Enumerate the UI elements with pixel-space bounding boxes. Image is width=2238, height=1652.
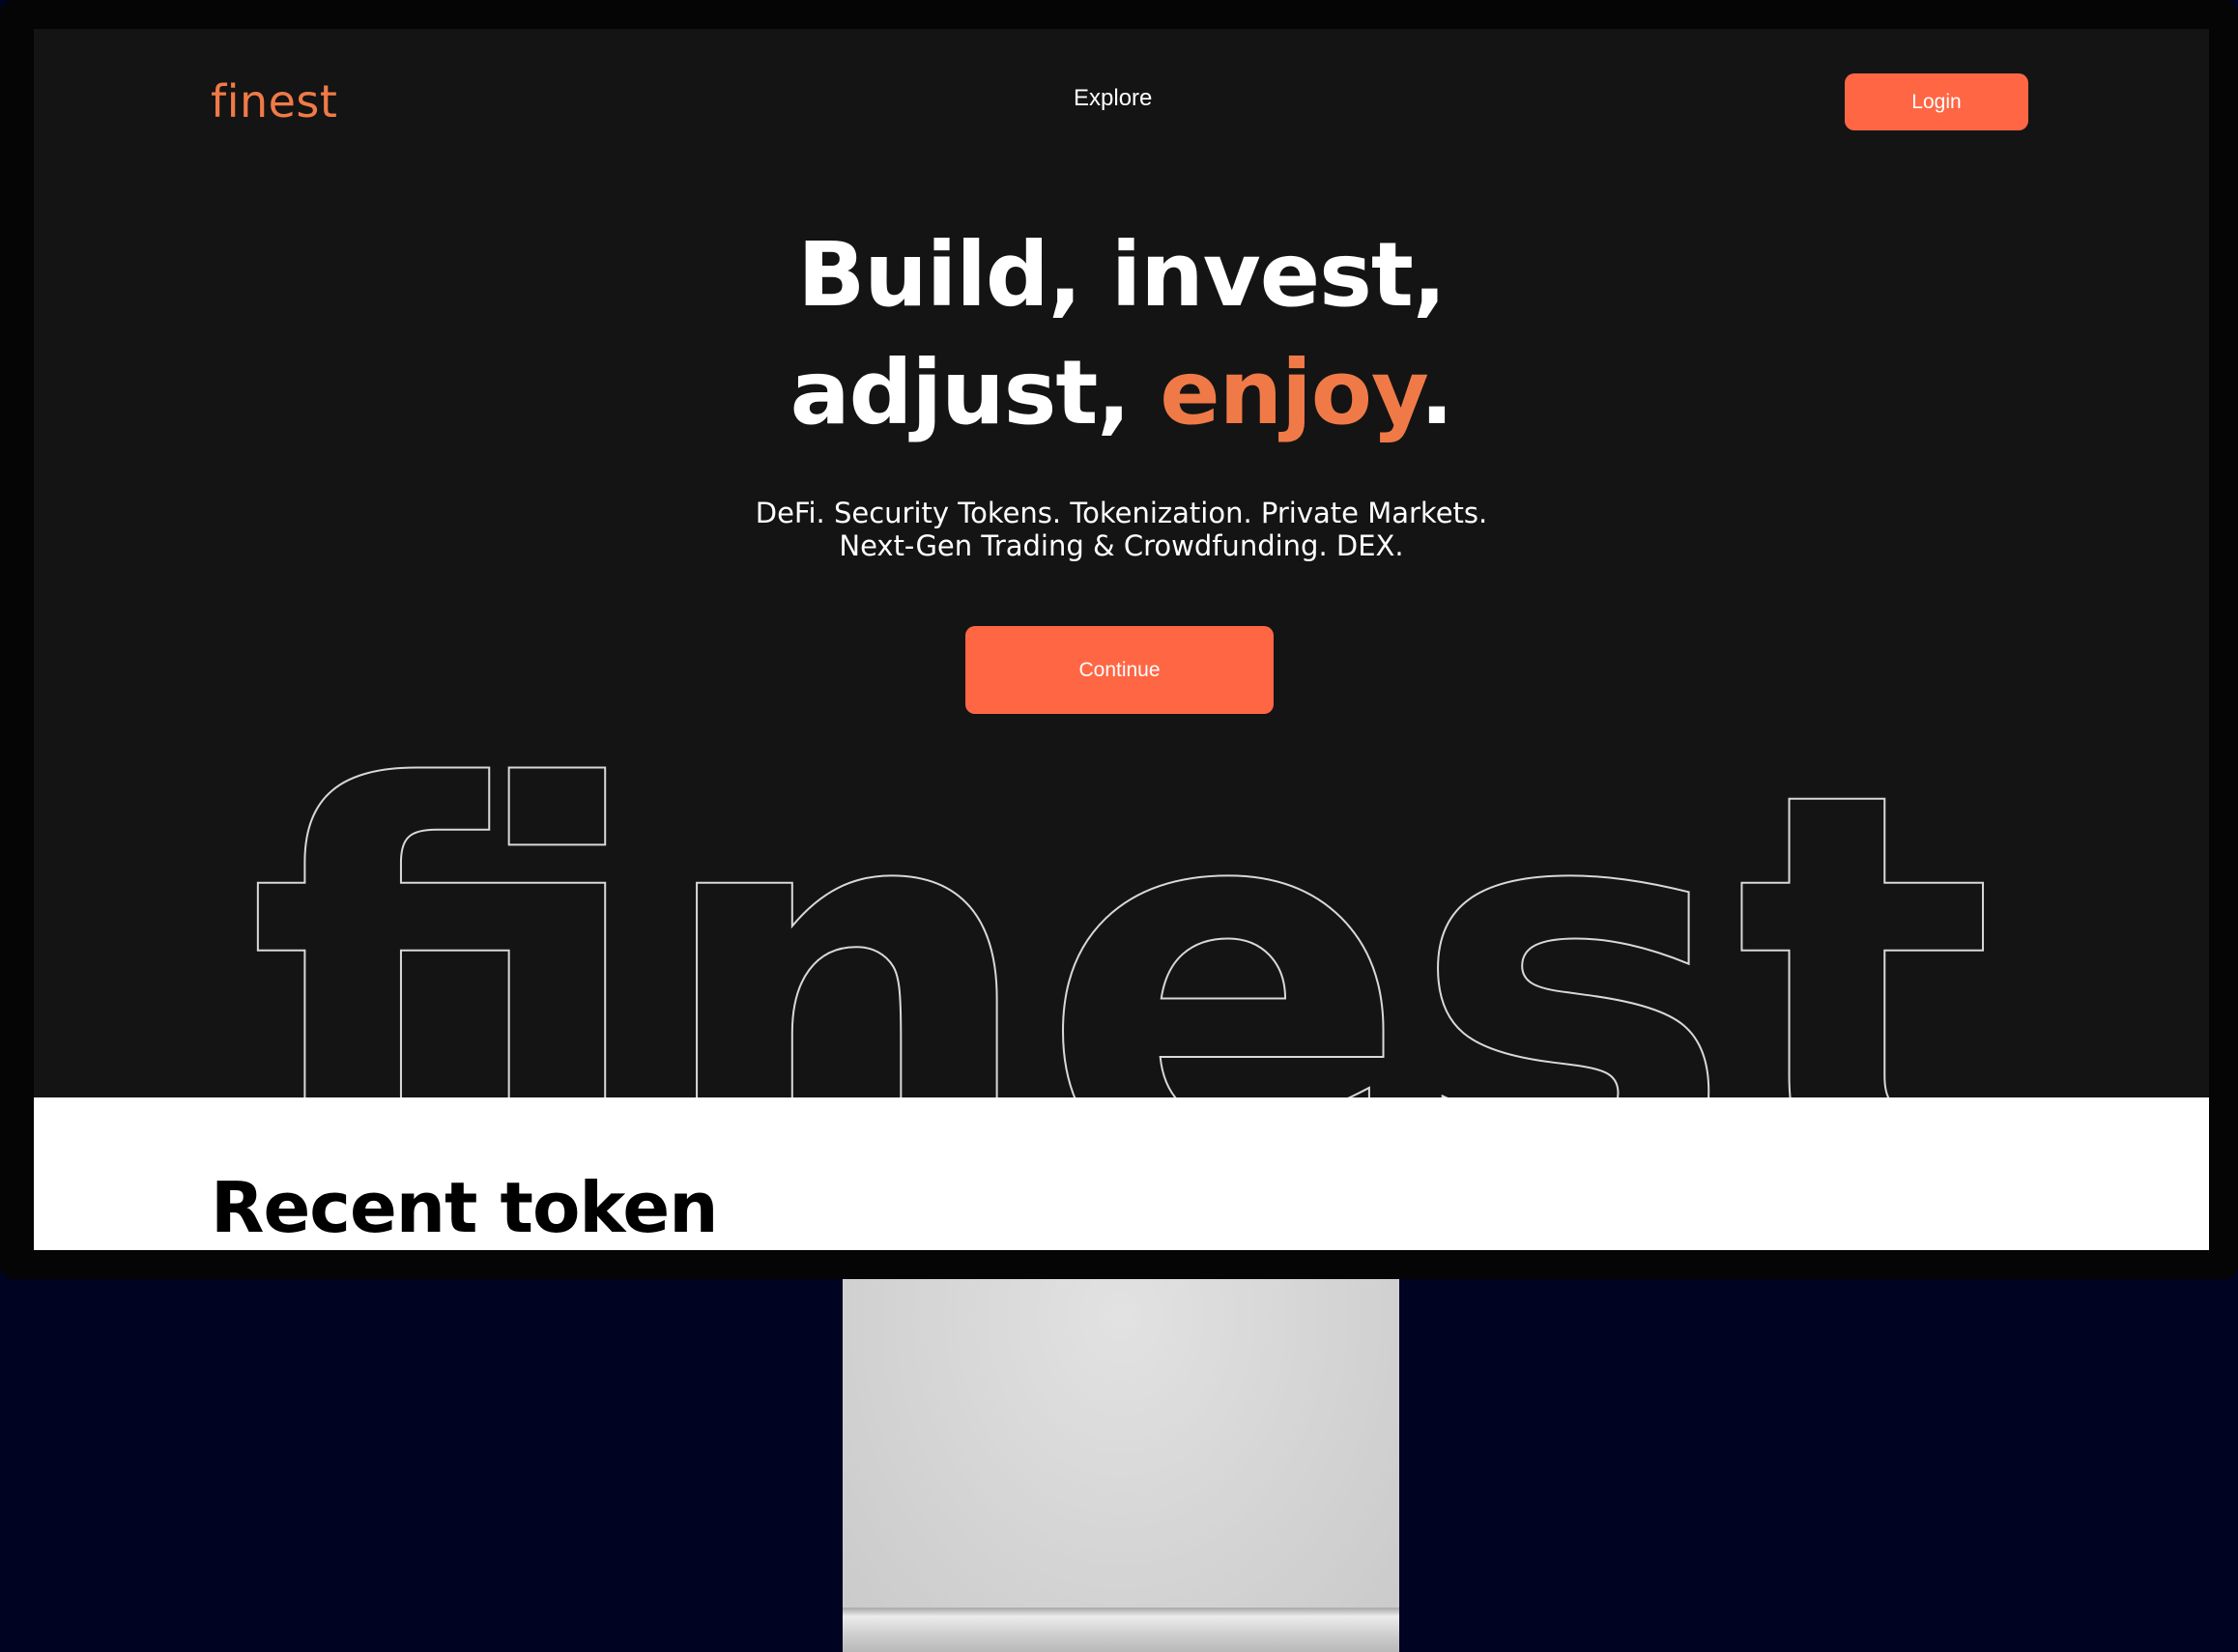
top-navigation: finest Explore Login xyxy=(34,29,2209,203)
hero-subtitle: DeFi. Security Tokens. Tokenization. Pri… xyxy=(34,497,2209,562)
recent-token-section: Recent token xyxy=(34,1097,2209,1250)
hero-title-line2-suffix: . xyxy=(1420,341,1453,444)
hero-title-line2-prefix: adjust, xyxy=(789,341,1161,444)
nav-explore-link[interactable]: Explore xyxy=(1074,85,1152,112)
hero-title-line1: Build, invest, xyxy=(797,223,1447,327)
monitor-frame: finest Explore Login Build, invest, adju… xyxy=(0,0,2238,1279)
recent-token-heading: Recent token xyxy=(211,1167,718,1248)
monitor-stand xyxy=(843,1279,1399,1652)
monitor-stand-base xyxy=(843,1608,1399,1652)
background-outline-wordmark: finest xyxy=(245,676,1996,1101)
hero-subtitle-line1: DeFi. Security Tokens. Tokenization. Pri… xyxy=(755,497,1488,529)
login-button[interactable]: Login xyxy=(1845,73,2028,130)
logo[interactable]: finest xyxy=(211,75,337,128)
hero-title: Build, invest, adjust, enjoy. xyxy=(34,216,2209,452)
continue-button[interactable]: Continue xyxy=(965,626,1274,714)
outline-wordmark-text: finest xyxy=(246,677,1995,1101)
hero-title-accent: enjoy xyxy=(1160,341,1420,444)
screen: finest Explore Login Build, invest, adju… xyxy=(34,29,2209,1250)
hero-subtitle-line2: Next-Gen Trading & Crowdfunding. DEX. xyxy=(839,529,1404,562)
